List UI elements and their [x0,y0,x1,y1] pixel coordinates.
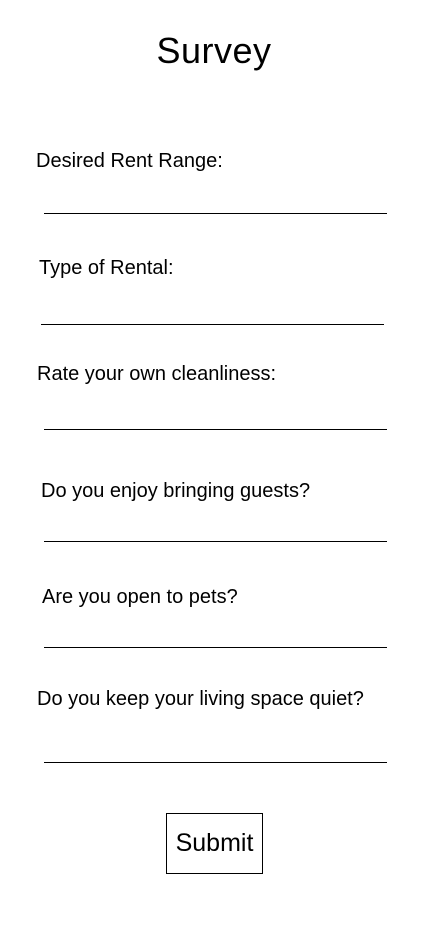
answer-line-guests[interactable] [44,541,387,542]
question-label-rent-range: Desired Rent Range: [36,150,223,172]
answer-line-rental-type[interactable] [41,324,384,325]
question-label-rental-type: Type of Rental: [39,257,174,279]
question-label-quiet: Do you keep your living space quiet? [37,688,364,710]
answer-line-cleanliness[interactable] [44,429,387,430]
answer-line-quiet[interactable] [44,762,387,763]
question-label-cleanliness: Rate your own cleanliness: [37,363,277,385]
question-label-pets: Are you open to pets? [42,586,238,608]
question-label-guests: Do you enjoy bringing guests? [41,480,311,502]
answer-line-rent-range[interactable] [44,213,387,214]
page-title: Survey [156,30,272,71]
answer-line-pets[interactable] [44,647,387,648]
submit-button[interactable]: Submit [166,813,263,874]
